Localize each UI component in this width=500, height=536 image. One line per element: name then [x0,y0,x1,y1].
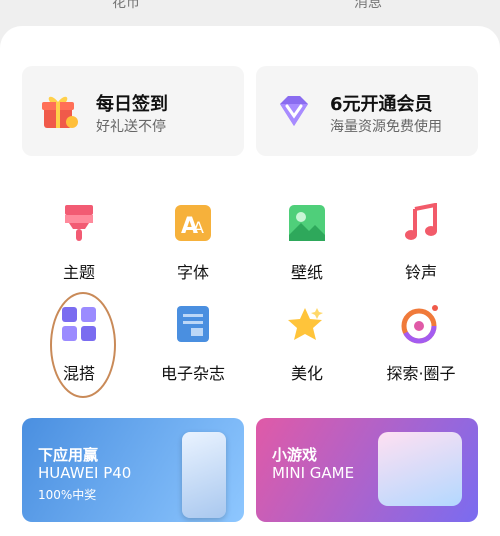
card-subtitle: 海量资源免费使用 [330,119,442,135]
font-icon: A A [173,203,213,243]
messages-label[interactable]: 消息 [354,0,382,12]
magazine-icon [173,304,213,344]
banner-line1: 小游戏 [272,446,318,464]
mini-game-banner[interactable]: 小游戏 MINI GAME [256,418,478,522]
hand-drawn-highlight-circle [50,292,116,398]
gift-icon [40,92,80,132]
diamond-icon [274,92,314,132]
daily-checkin-card[interactable]: 每日签到 好礼送不停 [22,66,244,156]
card-title: 每日签到 [96,94,168,115]
card-subtitle: 好礼送不停 [96,119,166,135]
banner-line2: HUAWEI P40 [38,464,132,482]
game-character-image [378,432,462,506]
grid-label: 电子杂志 [160,364,225,383]
grid-label: 壁纸 [290,263,323,282]
grid-item-ringtone[interactable]: 铃声 [371,202,471,283]
explore-circle-icon [401,304,441,344]
star-icon [287,304,327,344]
grid-item-beautify[interactable]: 美化 [257,304,357,384]
vip-card[interactable]: 6元开通会员 海量资源免费使用 [256,66,478,156]
grid-item-theme[interactable]: 主题 [29,203,129,283]
brush-icon [59,203,99,243]
grid-label: 字体 [176,263,209,282]
card-title: 6元开通会员 [330,94,433,115]
huawei-banner[interactable]: 下应用赢 HUAWEI P40 100%中奖 [22,418,244,522]
grid-label: 主题 [62,263,95,282]
banner-line3: 100%中奖 [38,488,97,502]
grid-label: 铃声 [404,263,437,282]
wallpaper-icon [287,203,327,243]
coins-label[interactable]: 花币 [112,0,140,12]
top-strip: 花币 消息 [0,0,500,14]
phone-image [182,432,226,518]
banner-line2: MINI GAME [272,464,355,482]
banner-line1: 下应用赢 [38,446,99,464]
svg-text:A: A [193,218,204,237]
grid-label: 美化 [290,364,323,383]
grid-item-explore-circle[interactable]: 探索·圈子 [371,304,471,384]
grid-label: 探索·圈子 [386,364,456,383]
grid-item-font[interactable]: A A 字体 [143,203,243,283]
grid-item-magazine[interactable]: 电子杂志 [143,304,243,384]
music-note-icon [401,202,441,243]
grid-item-wallpaper[interactable]: 壁纸 [257,203,357,283]
